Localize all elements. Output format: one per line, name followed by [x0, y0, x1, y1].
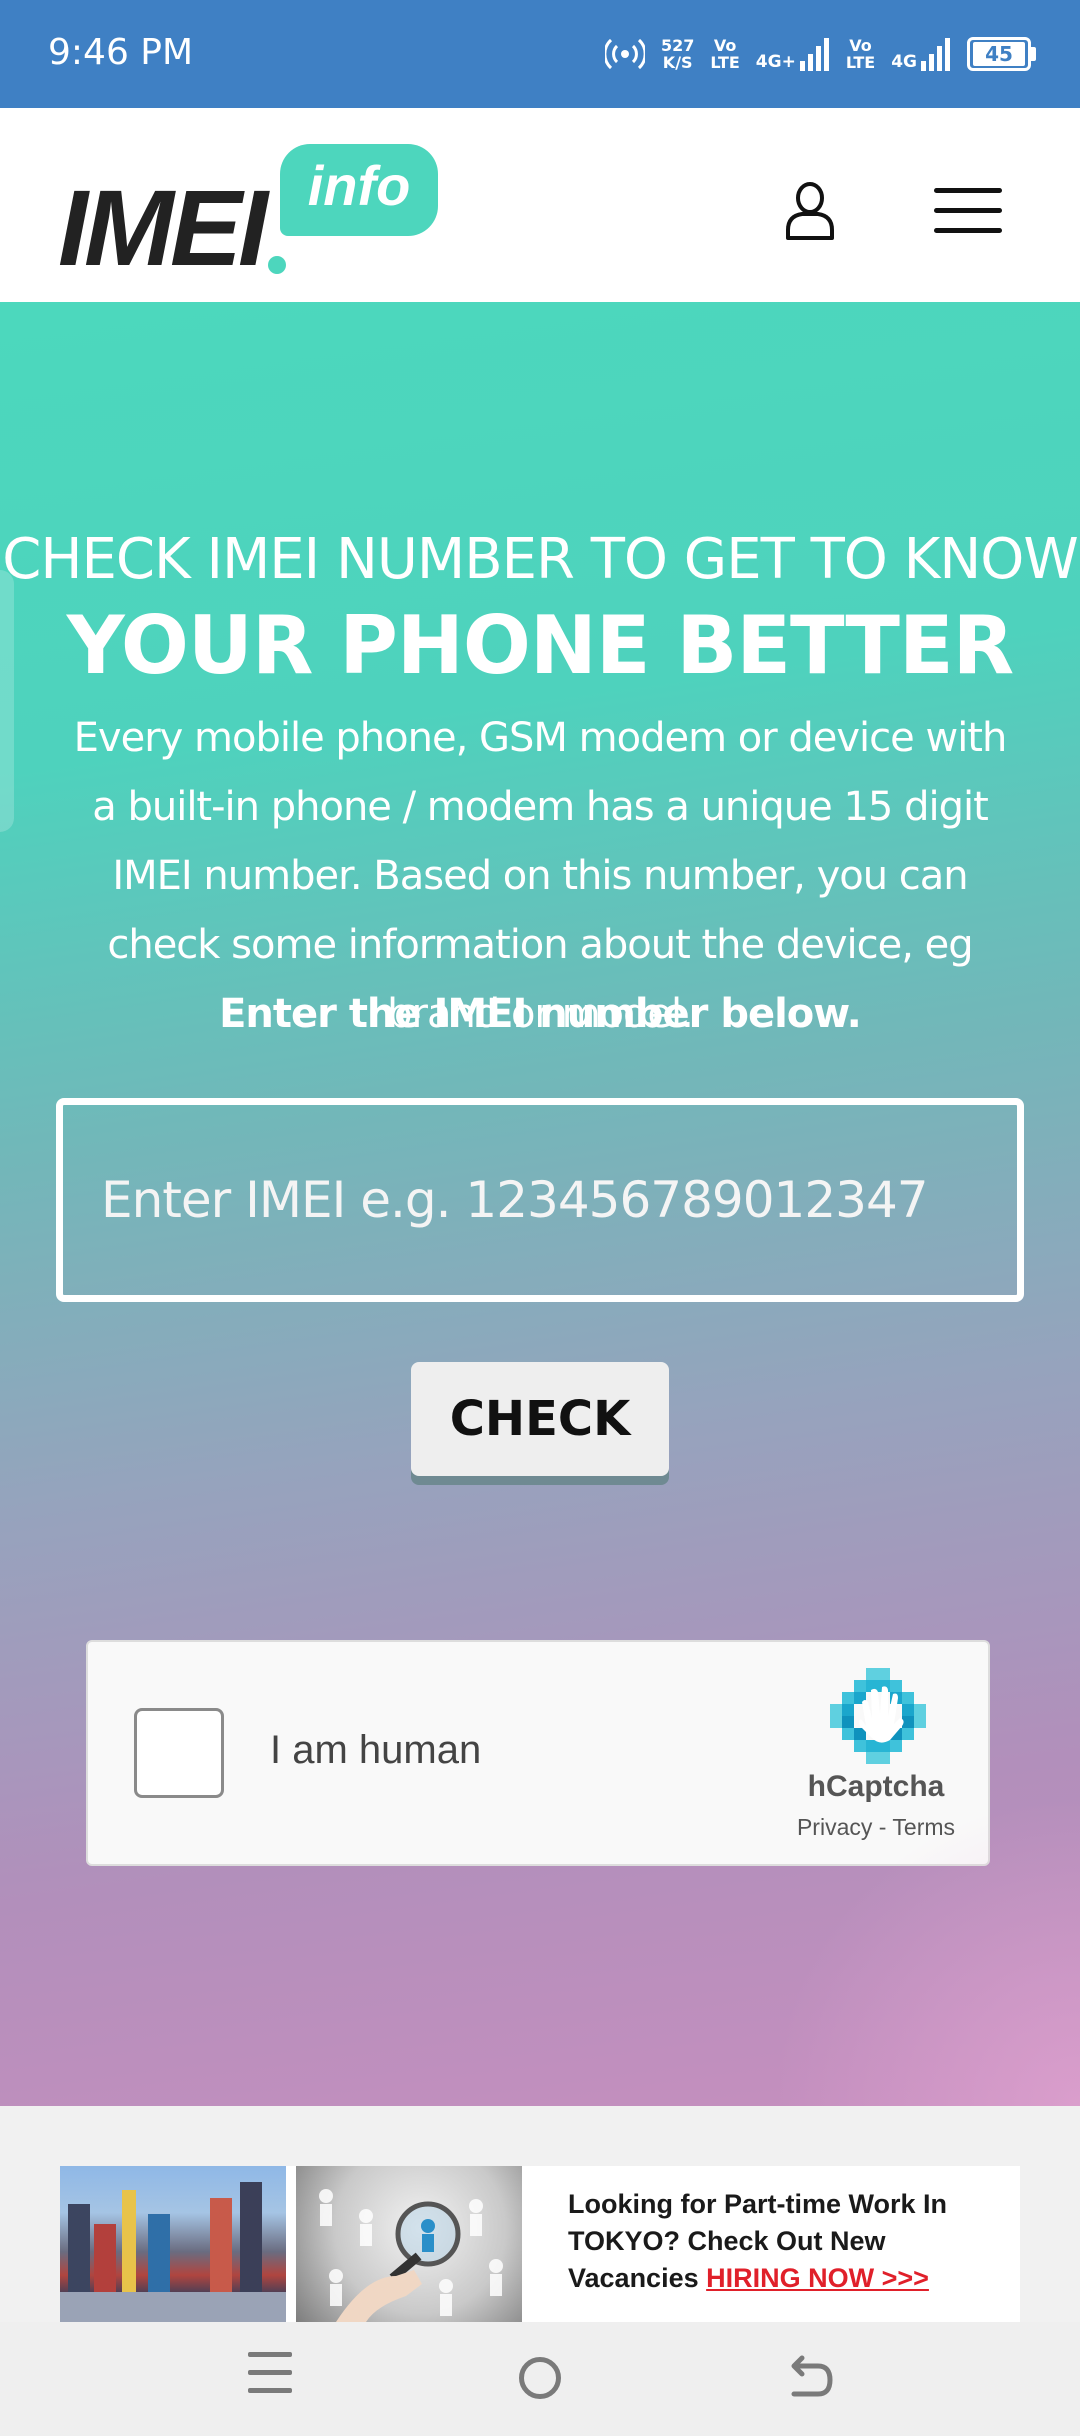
logo-dot [268, 256, 286, 274]
hero-headline-line1: CHECK IMEI NUMBER TO GET TO KNOW [2, 527, 1078, 592]
ad-text: Looking for Part-time Work In TOKYO? Che… [522, 2166, 1020, 2322]
network-speed: 527 K/S [661, 37, 694, 71]
sim2-volte: Vo LTE [846, 37, 875, 71]
back-icon[interactable] [786, 2352, 834, 2404]
captcha-label: I am human [270, 1728, 482, 1772]
logo-info-text: info [307, 154, 411, 217]
ad-line3-prefix: Vacancies [568, 2263, 707, 2293]
hcaptcha-links: Privacy - Terms [758, 1814, 994, 1841]
logo-imei-text: IMEI [58, 167, 268, 288]
hero-section: CHECK IMEI NUMBER TO GET TO KNOW YOUR PH… [0, 302, 1080, 2106]
network-speed-value: 527 [660, 36, 695, 55]
sim2-volte-bottom: LTE [845, 53, 876, 72]
sim2-network-label: 4G [891, 52, 917, 72]
hero-headline-line2: YOUR PHONE BETTER [66, 599, 1014, 692]
ad-hiring-link[interactable]: HIRING NOW >>> [706, 2263, 929, 2293]
logo-bubble: info [280, 144, 438, 236]
sim2-network: 4G [891, 37, 951, 71]
signal-strength-icon [921, 38, 950, 71]
hcaptcha-hand-icon [830, 1668, 926, 1764]
sim1-volte-top: Vo [713, 36, 737, 55]
captcha-checkbox[interactable] [134, 1708, 224, 1798]
check-button[interactable]: CHECK [411, 1362, 669, 1476]
hamburger-menu-icon[interactable] [934, 188, 1002, 234]
hcaptcha-brand: hCaptcha [807, 1770, 945, 1803]
magnifier-icon [319, 2189, 503, 2322]
status-bar: 9:46 PM 527 K/S Vo LTE 4G+ Vo LTE 4G 45 [0, 0, 1080, 108]
ad-line2: TOKYO? Check Out New [568, 2226, 886, 2256]
battery-body: 45 [967, 37, 1031, 71]
sim1-network: 4G+ [756, 37, 830, 71]
hcaptcha-widget: I am human hCaptcha Privacy - Terms [86, 1640, 990, 1866]
imei-input[interactable] [56, 1098, 1024, 1302]
ad-image-city [60, 2166, 286, 2322]
battery-tip [1031, 47, 1036, 61]
ad-area: Looking for Part-time Work In TOKYO? Che… [0, 2106, 1080, 2322]
ad-line1: Looking for Part-time Work In [568, 2189, 948, 2219]
captcha-privacy-link[interactable]: Privacy [797, 1814, 872, 1840]
ad-image-magnifier [296, 2166, 522, 2322]
sim2-volte-top: Vo [849, 36, 872, 55]
battery-level: 45 [973, 42, 1025, 66]
sim1-volte: Vo LTE [710, 37, 739, 71]
captcha-link-separator: - [872, 1814, 893, 1840]
status-time: 9:46 PM [48, 32, 194, 73]
ad-line3: Vacancies HIRING NOW >>> [568, 2260, 1020, 2297]
battery-icon: 45 [967, 37, 1036, 71]
network-speed-unit: K/S [662, 53, 693, 72]
hotspot-icon [604, 38, 645, 70]
hero-instruction: Enter the IMEI number below. [219, 991, 862, 1037]
recent-apps-icon[interactable] [248, 2352, 292, 2398]
sim1-network-label: 4G+ [755, 52, 796, 72]
captcha-terms-link[interactable]: Terms [892, 1814, 955, 1840]
system-nav-bar [0, 2322, 1080, 2436]
site-header: IMEI info [0, 108, 1080, 302]
status-icons: 527 K/S Vo LTE 4G+ Vo LTE 4G 45 [604, 30, 1036, 78]
signal-strength-icon [799, 38, 829, 71]
site-logo[interactable]: IMEI info [58, 144, 450, 282]
user-icon[interactable] [784, 180, 836, 240]
sim1-volte-bottom: LTE [710, 53, 740, 72]
home-icon[interactable] [519, 2357, 561, 2399]
ad-banner[interactable]: Looking for Part-time Work In TOKYO? Che… [60, 2166, 1020, 2322]
